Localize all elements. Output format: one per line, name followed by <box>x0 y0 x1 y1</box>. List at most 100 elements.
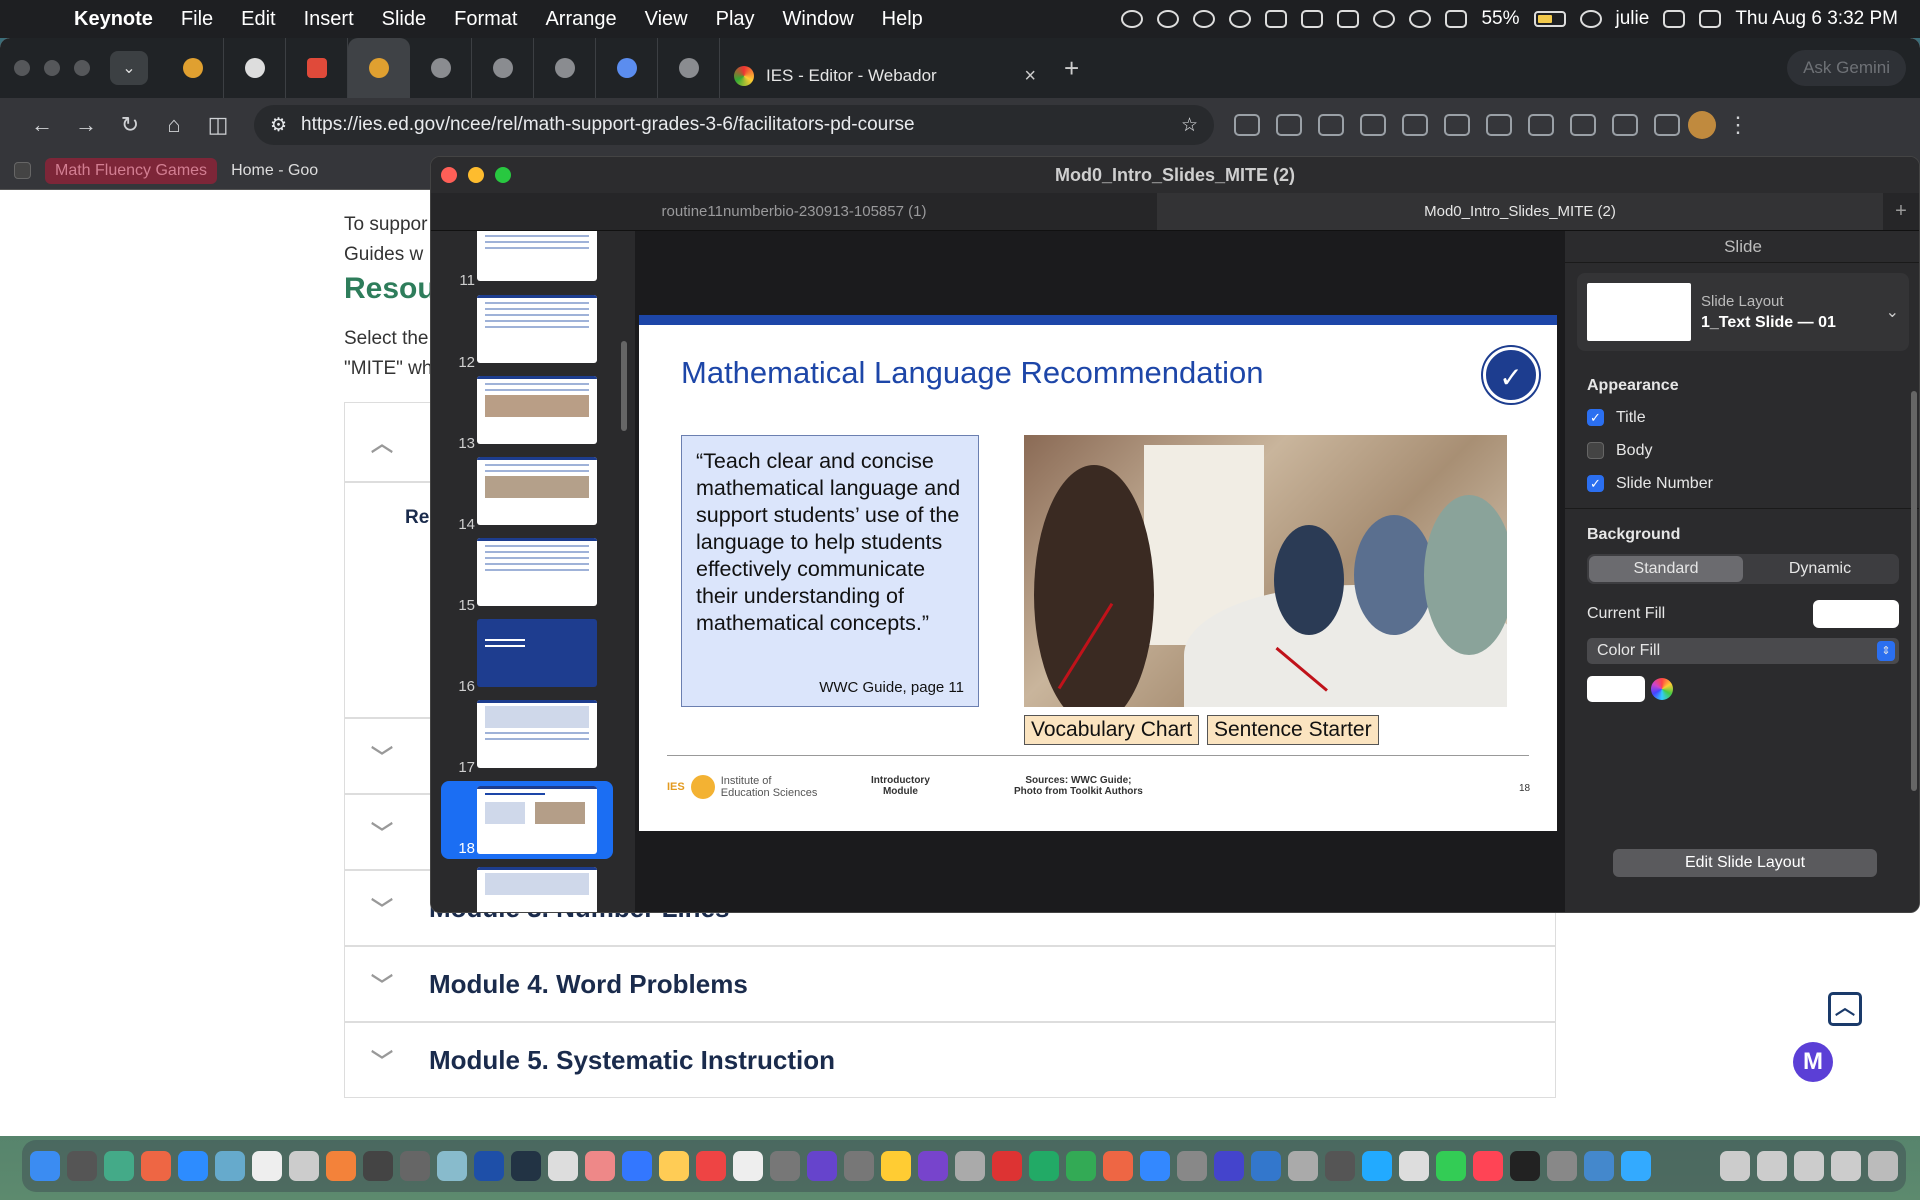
chevron-down-icon[interactable]: ⌄ <box>1886 302 1899 322</box>
app-icon[interactable] <box>104 1151 134 1181</box>
activity-monitor-icon[interactable] <box>1510 1151 1540 1181</box>
profile-avatar[interactable] <box>1688 111 1716 139</box>
slide-thumbnail[interactable]: 16 <box>431 619 635 697</box>
slide-number-checkbox-row[interactable]: ✓ Slide Number <box>1565 467 1919 500</box>
input-icon[interactable] <box>1445 10 1468 28</box>
apps-icon[interactable] <box>14 162 31 179</box>
bluetooth-icon[interactable] <box>1663 10 1686 28</box>
bookmarks-icon[interactable] <box>1318 114 1344 136</box>
accessibility-icon[interactable] <box>1157 10 1180 28</box>
trash-icon[interactable] <box>1868 1151 1898 1181</box>
address-bar[interactable]: ⚙ https://ies.ed.gov/ncee/rel/math-suppo… <box>254 105 1214 145</box>
url-text[interactable]: https://ies.ed.gov/ncee/rel/math-support… <box>301 114 1181 136</box>
app-icon[interactable] <box>437 1151 467 1181</box>
search-icon[interactable] <box>1579 10 1602 28</box>
menu-edit[interactable]: Edit <box>227 8 289 31</box>
download-icon[interactable] <box>1486 114 1512 136</box>
browser-tab[interactable]: IES - Editor - Webador × <box>720 54 1050 98</box>
menu-slide[interactable]: Slide <box>368 8 440 31</box>
standard-segment[interactable]: Standard <box>1589 556 1743 582</box>
close-tab-icon[interactable]: × <box>1024 65 1036 88</box>
menu-app-name[interactable]: Keynote <box>60 8 167 31</box>
split-view-icon[interactable]: ◫ <box>196 112 240 138</box>
airdrop-icon[interactable] <box>1193 10 1216 28</box>
notes-icon[interactable] <box>252 1151 282 1181</box>
app-icon[interactable] <box>881 1151 911 1181</box>
gmail-icon[interactable] <box>696 1151 726 1181</box>
app-icon[interactable] <box>67 1151 97 1181</box>
body-checkbox[interactable] <box>1587 442 1604 459</box>
slide-layout-selector[interactable]: Slide Layout 1_Text Slide — 01 ⌄ <box>1577 273 1909 351</box>
minimize-window-button[interactable] <box>44 60 60 76</box>
slide-thumbnail[interactable]: 13 <box>431 376 635 454</box>
pinned-tab[interactable] <box>658 38 720 98</box>
app-icon[interactable] <box>1214 1151 1244 1181</box>
close-window-button[interactable] <box>441 167 457 183</box>
reading-list-icon[interactable] <box>1360 114 1386 136</box>
tab-search-icon[interactable]: ⌄ <box>110 51 148 85</box>
menu-format[interactable]: Format <box>440 8 531 31</box>
document-tab-active[interactable]: Mod0_Intro_Slides_MITE (2) <box>1157 193 1883 230</box>
accordion-module-4[interactable]: ﹀ Module 4. Word Problems <box>344 946 1556 1022</box>
dynamic-segment[interactable]: Dynamic <box>1743 556 1897 582</box>
finder-icon[interactable] <box>30 1151 60 1181</box>
zoom-icon[interactable] <box>178 1151 208 1181</box>
moon-icon[interactable] <box>1229 10 1252 28</box>
app-icon[interactable] <box>918 1151 948 1181</box>
app-store-icon[interactable] <box>622 1151 652 1181</box>
slide-title[interactable]: Mathematical Language Recommendation <box>681 355 1263 391</box>
quote-box[interactable]: “Teach clear and concise mathematical la… <box>681 435 979 707</box>
performance-icon[interactable] <box>1654 114 1680 136</box>
pinned-tab[interactable] <box>348 38 410 98</box>
app-icon[interactable] <box>548 1151 578 1181</box>
color-wheel-icon[interactable] <box>1651 678 1673 700</box>
slide-number-checkbox[interactable]: ✓ <box>1587 475 1604 492</box>
app-icon[interactable] <box>992 1151 1022 1181</box>
inspector-scrollbar[interactable] <box>1911 391 1917 791</box>
menu-play[interactable]: Play <box>702 8 769 31</box>
control-center-icon[interactable] <box>1699 10 1722 28</box>
app-icon[interactable] <box>289 1151 319 1181</box>
play-icon[interactable] <box>1373 10 1396 28</box>
pinned-tab[interactable] <box>472 38 534 98</box>
edit-slide-layout-button[interactable]: Edit Slide Layout <box>1613 849 1877 877</box>
ask-gemini-button[interactable]: Ask Gemini <box>1787 50 1906 86</box>
pinned-tab[interactable] <box>224 38 286 98</box>
site-info-icon[interactable]: ⚙ <box>270 114 287 137</box>
app-icon[interactable] <box>363 1151 393 1181</box>
messages-icon[interactable] <box>1436 1151 1466 1181</box>
back-icon[interactable]: ← <box>20 112 64 138</box>
app-icon[interactable] <box>733 1151 763 1181</box>
puzzle-icon[interactable] <box>1276 114 1302 136</box>
zoom-window-button[interactable] <box>74 60 90 76</box>
user-name[interactable]: julie <box>1616 8 1650 30</box>
settings-icon[interactable] <box>1177 1151 1207 1181</box>
help-icon[interactable] <box>770 1151 800 1181</box>
app-icon[interactable] <box>1325 1151 1355 1181</box>
reload-icon[interactable]: ↻ <box>108 112 152 138</box>
menu-view[interactable]: View <box>631 8 702 31</box>
slide-thumbnail[interactable]: 17 <box>431 700 635 778</box>
app-icon[interactable] <box>1547 1151 1577 1181</box>
zoom-window-button[interactable] <box>495 167 511 183</box>
accordion-module-5[interactable]: ﹀ Module 5. Systematic Instruction <box>344 1022 1556 1098</box>
close-window-button[interactable] <box>14 60 30 76</box>
bookmark-star-icon[interactable]: ☆ <box>1181 114 1198 137</box>
color-well[interactable] <box>1587 676 1645 702</box>
window-stack-icon[interactable] <box>1794 1151 1824 1181</box>
app-icon[interactable] <box>1399 1151 1429 1181</box>
body-checkbox-row[interactable]: Body <box>1565 434 1919 467</box>
safari-icon[interactable] <box>1140 1151 1170 1181</box>
windows-icon[interactable] <box>1337 10 1360 28</box>
music-icon[interactable] <box>1473 1151 1503 1181</box>
clock-icon[interactable] <box>215 1151 245 1181</box>
window-stack-icon[interactable] <box>1720 1151 1750 1181</box>
globe-icon[interactable] <box>1121 10 1144 28</box>
forward-icon[interactable]: → <box>64 112 108 138</box>
classroom-photo[interactable] <box>1024 435 1507 707</box>
app-icon[interactable] <box>807 1151 837 1181</box>
link-icon[interactable] <box>1444 114 1470 136</box>
vocabulary-chart-label[interactable]: Vocabulary Chart <box>1024 715 1200 745</box>
history-icon[interactable] <box>1402 114 1428 136</box>
app-icon[interactable] <box>1251 1151 1281 1181</box>
